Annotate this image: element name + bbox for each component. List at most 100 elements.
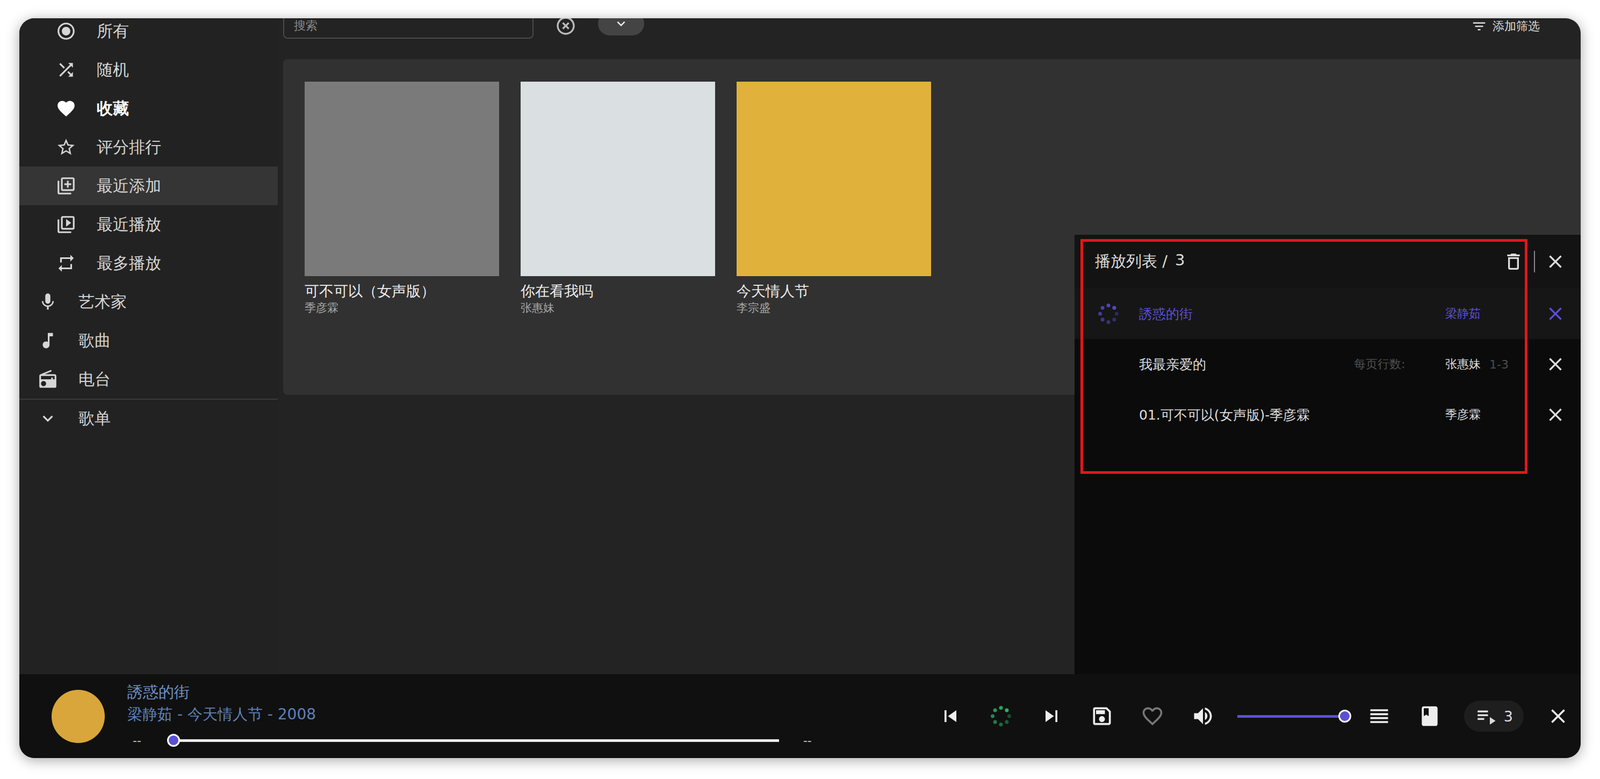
lyrics-button[interactable] <box>1413 700 1446 733</box>
sidebar-item-icon <box>37 369 59 390</box>
sidebar-item[interactable]: 艺术家 <box>19 282 278 322</box>
filter-button[interactable]: 添加筛选 <box>1471 18 1540 35</box>
sidebar-item-icon <box>55 59 77 81</box>
separator <box>1533 250 1535 273</box>
album-cover <box>736 81 932 277</box>
loading-icon <box>1096 301 1121 326</box>
play-queue-panel: 播放列表 /3誘惑的街梁静茹每页行数:1-3我最亲爱的张惠妹01.可不可以(女声… <box>1074 234 1581 675</box>
album-artist: 李宗盛 <box>736 300 932 316</box>
heart-icon <box>1140 704 1165 729</box>
app-window: 所有随机收藏评分排行最近添加最近播放最多播放艺术家歌曲电台歌单搜索添加筛选可不可… <box>19 18 1581 759</box>
now-playing-info: 誘惑的街梁静茹 - 今天情人节 - 2008 -- -- <box>127 681 812 752</box>
sidebar-item[interactable]: 随机 <box>19 50 278 90</box>
now-playing-cover[interactable] <box>51 689 105 744</box>
mute-button[interactable] <box>1186 700 1220 733</box>
sidebar-item-icon <box>37 291 59 313</box>
sidebar-item-icon <box>55 137 77 158</box>
queue-row-title: 01.可不可以(女声版)-季彦霖 <box>1139 406 1435 424</box>
album-card[interactable]: 今天情人节李宗盛 <box>736 81 932 316</box>
filter-label: 添加筛选 <box>1492 18 1540 35</box>
queue-icon <box>1474 704 1498 728</box>
album-cover <box>520 81 716 277</box>
sidebar-item[interactable]: 电台 <box>19 359 278 399</box>
save-button[interactable] <box>1085 700 1119 733</box>
view-mode-button[interactable] <box>1363 700 1396 733</box>
sidebar-item[interactable]: 歌曲 <box>19 321 278 360</box>
sidebar: 所有随机收藏评分排行最近添加最近播放最多播放艺术家歌曲电台歌单 <box>19 18 278 675</box>
album-title: 你在看我吗 <box>520 281 716 301</box>
play-queue-header: 播放列表 /3 <box>1074 234 1581 289</box>
track-subtitle: 梁静茹 - 今天情人节 - 2008 <box>127 702 812 727</box>
remove-button[interactable] <box>1544 404 1567 426</box>
sidebar-item-icon <box>37 330 59 351</box>
sidebar-item-label: 艺术家 <box>78 291 127 314</box>
sidebar-item-label: 电台 <box>78 368 111 391</box>
duration-time: -- <box>803 733 812 748</box>
queue-button[interactable]: 3 <box>1464 700 1524 732</box>
sidebar-item[interactable]: 最多播放 <box>19 243 278 283</box>
player-controls: 3 <box>934 700 1575 733</box>
menu-button[interactable] <box>597 18 645 36</box>
elapsed-time: -- <box>132 733 142 748</box>
queue-row-artist: 季彦霖 <box>1445 406 1534 423</box>
previous-icon <box>938 704 963 729</box>
volume-slider[interactable] <box>1237 715 1345 718</box>
close-player-button[interactable] <box>1541 700 1575 733</box>
close-icon <box>1544 353 1567 376</box>
sidebar-item-label: 最多播放 <box>96 252 162 275</box>
album-card[interactable]: 可不可以（女声版）季彦霖 <box>304 81 500 316</box>
sidebar-item[interactable]: 歌单 <box>19 398 278 438</box>
sidebar-item-icon <box>55 253 77 274</box>
sidebar-item[interactable]: 评分排行 <box>19 127 278 167</box>
sidebar-item-label: 歌单 <box>78 407 111 430</box>
close-queue-button[interactable] <box>1544 250 1567 273</box>
save-icon <box>1090 704 1114 729</box>
queue-row-title: 誘惑的街 <box>1139 305 1435 323</box>
progress-slider[interactable] <box>173 739 780 742</box>
queue-row[interactable]: 誘惑的街梁静茹 <box>1074 288 1581 340</box>
volume-knob[interactable] <box>1338 709 1352 723</box>
remove-button[interactable] <box>1544 303 1567 325</box>
previous-button[interactable] <box>934 700 967 733</box>
progress-knob[interactable] <box>167 733 180 747</box>
sidebar-item-label: 歌曲 <box>78 329 111 352</box>
sidebar-item[interactable]: 所有 <box>19 18 278 51</box>
close-icon <box>1546 704 1570 729</box>
album-artist: 季彦霖 <box>304 300 500 316</box>
queue-count: 3 <box>1503 708 1513 725</box>
clear-icon[interactable] <box>555 18 577 37</box>
loading-icon <box>989 704 1013 729</box>
player-bar: 誘惑的街梁静茹 - 今天情人节 - 2008 -- -- 3 <box>19 674 1581 759</box>
search-field[interactable]: 搜索 <box>283 18 534 39</box>
next-button[interactable] <box>1035 700 1068 733</box>
sidebar-item-icon <box>55 20 77 42</box>
like-button[interactable] <box>1136 700 1169 733</box>
remove-button[interactable] <box>1544 353 1567 376</box>
rows-per-page-label: 每页行数: <box>1353 356 1405 373</box>
sidebar-item-icon <box>37 408 59 429</box>
sidebar-item-label: 评分排行 <box>96 136 162 159</box>
filter-icon <box>1471 18 1488 35</box>
sidebar-item-label: 收藏 <box>96 97 129 120</box>
queue-row[interactable]: 01.可不可以(女声版)-季彦霖季彦霖 <box>1074 389 1581 441</box>
volume-fill <box>1237 715 1345 718</box>
highlight-box <box>1080 239 1528 474</box>
page-range: 1-3 <box>1489 357 1509 372</box>
clear-queue-button[interactable] <box>1502 250 1525 273</box>
close-icon <box>1544 404 1567 426</box>
book-icon <box>1417 704 1442 729</box>
play-queue-title: 播放列表 /3 <box>1094 250 1498 273</box>
sidebar-item[interactable]: 最近播放 <box>19 205 278 244</box>
sidebar-item[interactable]: 最近添加 <box>19 166 278 206</box>
sidebar-item-label: 所有 <box>96 20 129 43</box>
album-title: 可不可以（女声版） <box>304 281 500 301</box>
list-icon <box>1367 704 1392 729</box>
sidebar-item[interactable]: 收藏 <box>19 89 278 128</box>
queue-row[interactable]: 每页行数:1-3我最亲爱的张惠妹 <box>1074 339 1581 390</box>
next-icon <box>1039 704 1064 729</box>
close-icon <box>1544 303 1567 325</box>
track-title[interactable]: 誘惑的街 <box>127 681 812 703</box>
play-button[interactable] <box>984 700 1018 733</box>
album-title: 今天情人节 <box>736 281 932 301</box>
album-card[interactable]: 你在看我吗张惠妹 <box>520 81 716 316</box>
